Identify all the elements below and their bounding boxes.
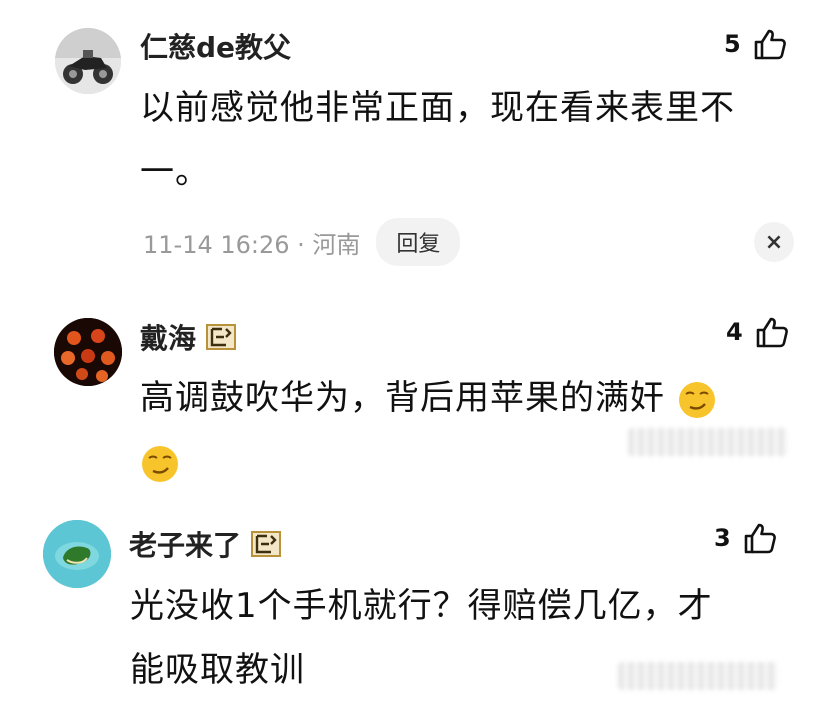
like-button[interactable]: 5	[724, 28, 787, 60]
comment-text-line: 高调鼓吹华为，背后用苹果的满奸	[140, 378, 665, 418]
level-badge-icon	[206, 324, 237, 350]
username-label[interactable]: 戴海	[140, 317, 196, 357]
comment-meta: 11-14 16:26 · 河南 回复	[143, 218, 461, 266]
motorcycle-photo-icon	[55, 28, 121, 94]
level-badge-icon	[251, 531, 282, 557]
thumbs-up-icon	[744, 523, 776, 554]
island-photo-icon	[43, 520, 111, 588]
comment-text-line: 一。	[140, 152, 210, 192]
username-label[interactable]: 仁慈de教父	[140, 26, 291, 66]
avatar[interactable]	[55, 28, 121, 94]
username-label[interactable]: 老子来了	[129, 524, 241, 564]
username[interactable]: 老子来了	[129, 524, 282, 564]
like-count: 3	[714, 524, 731, 552]
like-button[interactable]: 3	[714, 522, 777, 554]
avatar[interactable]	[43, 520, 111, 588]
blurred-watermark	[628, 428, 788, 456]
avatar[interactable]	[54, 318, 122, 386]
username[interactable]: 仁慈de教父	[140, 26, 291, 66]
lanterns-photo-icon	[54, 318, 122, 386]
comment-text-line: 光没收1个手机就行？得赔偿几亿，才	[130, 586, 713, 626]
thumbs-up-icon	[756, 317, 788, 348]
reply-button[interactable]: 回复	[376, 218, 461, 266]
smirk-emoji-icon	[678, 381, 715, 418]
thumbs-up-icon	[754, 29, 786, 60]
like-count: 4	[726, 318, 743, 346]
smirk-emoji-icon	[142, 445, 178, 482]
like-count: 5	[724, 30, 741, 58]
dismiss-button[interactable]: ×	[754, 222, 794, 262]
comment-text-line: 以前感觉他非常正面，现在看来表里不	[140, 88, 735, 128]
blurred-watermark	[618, 662, 778, 690]
close-icon: ×	[764, 229, 784, 255]
comment-body: 以前感觉他非常正面，现在看来表里不 一。	[140, 76, 810, 204]
username[interactable]: 戴海	[140, 317, 237, 357]
timestamp-location: 11-14 16:26 · 河南	[143, 230, 361, 259]
like-button[interactable]: 4	[726, 316, 789, 348]
